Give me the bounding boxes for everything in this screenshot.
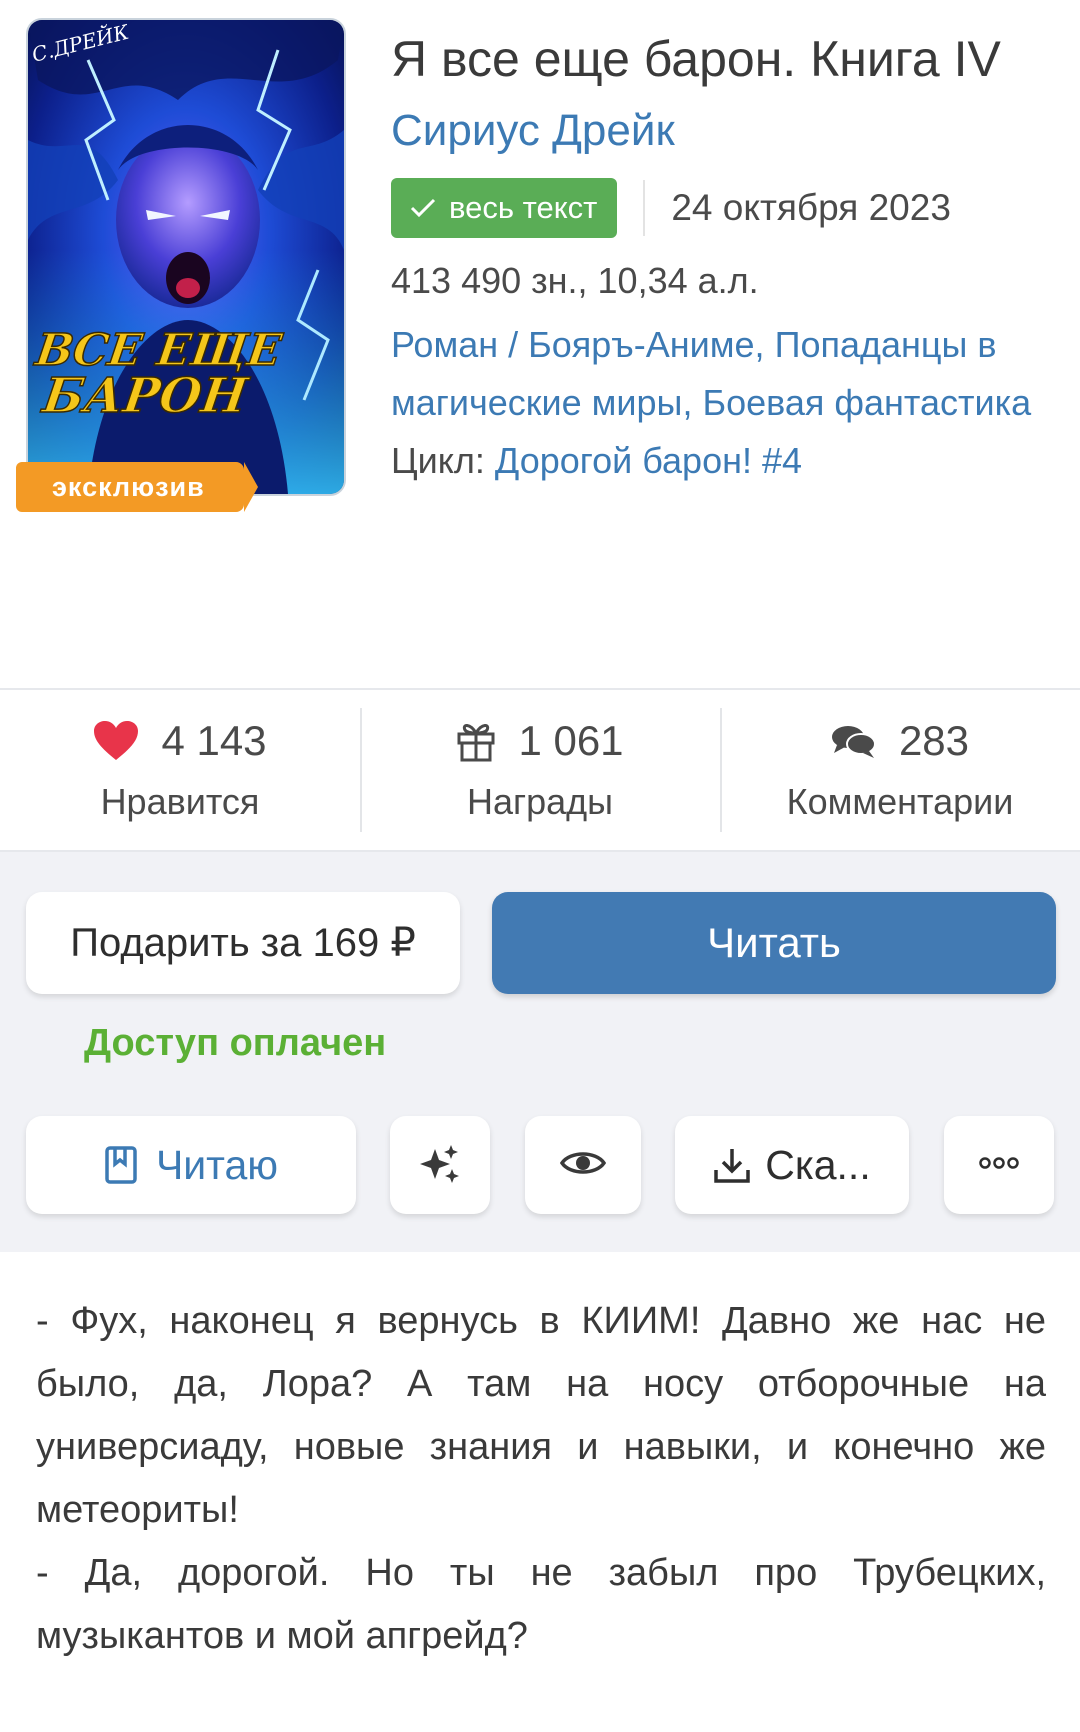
full-text-label: весь текст <box>449 190 598 225</box>
heart-icon <box>93 720 139 762</box>
awards-count: 1 061 <box>518 717 624 764</box>
book-header: Я ВСЕ ЕЩЕ БАРОН С.ДРЕЙК эксклюзив Я все … <box>0 0 1080 688</box>
genre-link[interactable]: Роман / Бояръ-Аниме <box>391 324 755 365</box>
book-info: Я все еще барон. Книга IV Сириус Дрейк в… <box>391 22 1061 482</box>
check-icon <box>409 197 437 219</box>
awards-counter[interactable]: 1 061 Награды <box>360 690 720 850</box>
full-text-chip: весь текст <box>391 178 618 238</box>
download-label: Ска... <box>765 1141 871 1188</box>
more-icon <box>979 1156 1019 1174</box>
series-label: Цикл: <box>391 440 485 481</box>
likes-label: Нравится <box>100 781 260 822</box>
actions-panel: Подарить за 169 ₽ Читать Доступ оплачен … <box>0 852 1080 1252</box>
sparkles-icon <box>420 1143 460 1188</box>
download-icon <box>713 1146 751 1184</box>
comments-count: 283 <box>898 717 970 764</box>
watch-button[interactable] <box>525 1116 641 1214</box>
access-status: Доступ оплачен <box>84 1022 387 1064</box>
genre-link[interactable]: Боевая фантастика <box>702 382 1031 423</box>
eye-icon <box>559 1148 607 1183</box>
recommend-button[interactable] <box>390 1116 490 1214</box>
author-link[interactable]: Сириус Дрейк <box>391 106 1061 156</box>
exclusive-badge: эксклюзив <box>16 462 258 512</box>
counters-bar: 4 143 Нравится 1 061 Награды 283 Коммент… <box>0 688 1080 852</box>
book-cover[interactable]: Я ВСЕ ЕЩЕ БАРОН С.ДРЕЙК эксклюзив <box>16 18 346 512</box>
likes-counter[interactable]: 4 143 Нравится <box>0 690 360 850</box>
cover-image[interactable]: Я ВСЕ ЕЩЕ БАРОН С.ДРЕЙК <box>26 18 346 496</box>
gift-button[interactable]: Подарить за 169 ₽ <box>26 892 460 994</box>
book-annotation: - Фух, наконец я вернусь в КИИМ! Давно ж… <box>36 1290 1046 1668</box>
reading-status-label: Читаю <box>155 1141 279 1188</box>
read-button[interactable]: Читать <box>492 892 1056 994</box>
likes-count: 4 143 <box>161 717 267 764</box>
publish-date: 24 октября 2023 <box>671 187 951 228</box>
annotation-paragraph: - Да, дорогой. Но ты не забыл про Трубец… <box>36 1552 1046 1657</box>
series-link[interactable]: Дорогой барон! #4 <box>495 440 802 481</box>
cover-art: Я ВСЕ ЕЩЕ БАРОН С.ДРЕЙК <box>28 20 344 494</box>
annotation-paragraph: - Фух, наконец я вернусь в КИИМ! Давно ж… <box>36 1300 1046 1531</box>
comments-icon <box>831 723 877 759</box>
bookmark-icon <box>104 1145 138 1185</box>
book-size: 413 490 зн., 10,34 а.л. <box>391 260 759 301</box>
reading-status-button[interactable]: Читаю <box>26 1116 356 1214</box>
divider <box>643 180 646 236</box>
download-button[interactable]: Ска... <box>675 1116 909 1214</box>
cover-title-line2: БАРОН <box>38 368 253 424</box>
awards-label: Награды <box>466 781 614 822</box>
more-button[interactable] <box>944 1116 1054 1214</box>
series-line: Цикл: Дорогой барон! #4 <box>391 440 1061 482</box>
comments-label: Комментарии <box>786 781 1014 822</box>
comments-counter[interactable]: 283 Комментарии <box>720 690 1080 850</box>
meta-row: весь текст 24 октября 2023 <box>391 178 1061 238</box>
book-title: Я все еще барон. Книга IV <box>391 31 1001 87</box>
genre-list: Роман / Бояръ-Аниме, Попаданцы в магичес… <box>391 324 1032 423</box>
gift-icon <box>456 720 496 762</box>
